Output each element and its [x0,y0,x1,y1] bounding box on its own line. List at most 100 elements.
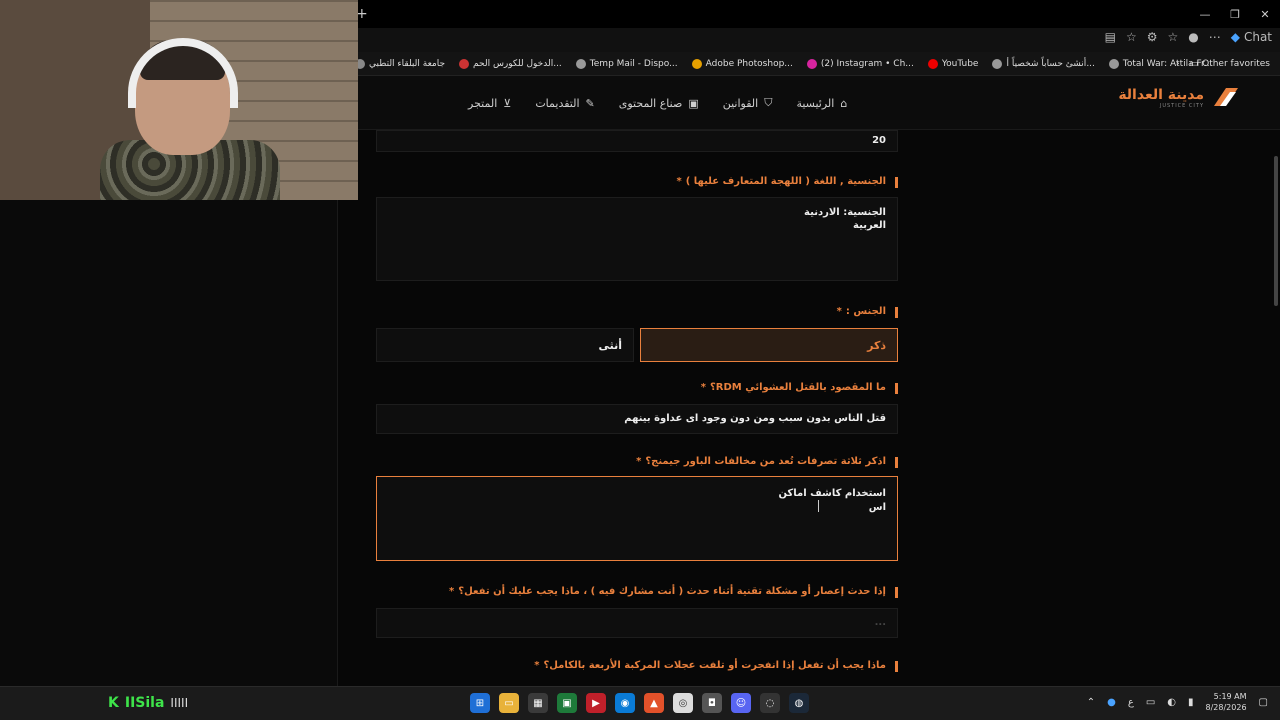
logo-arabic-text: مدينة العدالة [1118,87,1204,103]
clock-date: 8/28/2026 [1205,703,1247,712]
brave-icon[interactable]: ▲ [644,693,664,713]
text-cursor [818,500,824,512]
powergaming-label: اذكر ثلاثة تصرفات تُعد من مخالفات الباور… [376,456,898,468]
notification-icon[interactable]: ▢ [1259,697,1268,708]
camera-icon[interactable]: ◘ [702,693,722,713]
bookmark-favicon-icon [575,59,586,69]
bookmark-label: جامعة البلقاء التطبي [369,59,446,69]
streamer-brand: K IISila IIIII [108,695,188,711]
bookmark-item[interactable]: الدخول للكورس الحم... [459,59,562,69]
file-explorer-icon[interactable]: ▭ [499,693,519,713]
minimize-button[interactable]: — [1190,0,1220,28]
windows-taskbar: K IISila IIIII ⊞ ▭ ▦ ▣ ▶ ◉ ▲ ◎ ◘ ☺ ◌ ◍ ⌃… [0,686,1280,720]
bookmark-favicon-icon [806,59,817,69]
edit-icon: ✎ [585,96,595,110]
battery-icon[interactable]: ▮ [1188,697,1194,708]
gender-male-option[interactable]: ذكر [640,328,898,362]
collections-icon[interactable]: ☆ [1167,30,1178,44]
copilot-chat-button[interactable]: ◆ Chat [1231,30,1272,44]
microphone-icon[interactable]: ● [1107,697,1116,708]
store-icon[interactable]: ▦ [528,693,548,713]
bookmark-label: YouTube [941,59,979,69]
windows-start-icon[interactable]: ⊞ [470,693,490,713]
steam-icon[interactable]: ◍ [789,693,809,713]
site-navbar: مدينة العدالة JUSTICE CITY ⌂ الرئيسية ⛉ الق… [358,76,1280,130]
chrome-icon[interactable]: ◎ [673,693,693,713]
bookmark-label: (2) Instagram • Ch... [820,59,914,69]
gender-label: الجنس :* [376,306,898,318]
required-mark: * [534,660,540,671]
rdm-label: ما المقصود بالقتل العشوائي RDM؟* [376,382,898,394]
shield-icon: ⛉ [764,96,773,109]
extensions-icon[interactable]: ⚙ [1147,30,1158,44]
required-mark: * [676,176,682,187]
copilot-icon: ◆ [1230,30,1240,44]
bookmark-item[interactable]: Adobe Photoshop... [691,59,793,69]
tires-label-text: ماذا يجب أن تفعل إذا انفجرت أو تلفت عجلا… [543,660,886,671]
site-logo[interactable]: مدينة العدالة JUSTICE CITY [1118,86,1240,110]
network-icon[interactable]: ▭ [1146,697,1155,708]
nav-link-video[interactable]: ▣ صناع المحتوى [619,97,699,110]
nationality-textarea[interactable]: الجنسية: الاردنية العربية [376,197,898,281]
more-menu-icon[interactable]: ⋯ [1209,30,1221,44]
rdm-label-text: ما المقصود بالقتل العشوائي RDM؟ [709,382,886,393]
brand-bars: IIIII [170,696,189,710]
discord-icon[interactable]: ☺ [731,693,751,713]
bookmark-favicon-icon [691,59,702,69]
home-icon: ⌂ [840,96,848,110]
chevron-right-icon[interactable]: › [1176,59,1180,69]
nav-link-cart[interactable]: ⊻ المتجر [468,97,511,110]
obs-icon[interactable]: ◌ [760,693,780,713]
favorite-star-icon[interactable]: ☆ [1126,30,1137,44]
page-scrollbar[interactable] [1274,156,1278,306]
maximize-button[interactable]: ❐ [1220,0,1250,28]
crash-label-text: إذا حدث إعصار أو مشكلة تقنية أثناء حدث (… [458,586,886,597]
language-indicator[interactable]: ع [1128,697,1134,708]
required-mark: * [700,382,706,393]
required-mark: * [449,586,455,597]
nationality-line-2: العربية [853,220,886,231]
bookmark-item[interactable]: جامعة البلقاء التطبي [355,59,445,69]
bookmark-item[interactable]: (2) Instagram • Ch... [806,59,914,69]
rdm-answer: قتل الناس بدون سبب ومن دون وجود اى عداوة… [624,413,886,424]
nav-link-label: القوانين [722,96,759,110]
gender-female-option[interactable]: أنثى [376,328,634,362]
excel-icon[interactable]: ▣ [557,693,577,713]
clock[interactable]: 5:19 AM 8/28/2026 [1206,691,1247,713]
powergaming-textarea[interactable]: استخدام كاشف اماكن اس [376,476,898,561]
nav-link-home[interactable]: ⌂ الرئيسية [796,97,847,110]
application-form: 20 الجنسية , اللغة ( اللهجة المتعارف علي… [376,130,898,686]
nav-link-edit[interactable]: ✎ التقديمات [535,97,594,110]
powergaming-label-text: اذكر ثلاثة تصرفات تُعد من مخالفات الباور… [645,456,886,467]
window-controls: — ❐ ✕ [1190,0,1280,28]
close-button[interactable]: ✕ [1250,0,1280,28]
rdm-input[interactable]: قتل الناس بدون سبب ومن دون وجود اى عداوة… [376,404,898,434]
folder-icon: ▭ [1189,59,1199,69]
nationality-line-1: الجنسية: الاردنية [804,207,886,218]
nav-link-label: المتجر [468,96,498,110]
nav-link-shield[interactable]: ⛉ القوانين [723,96,773,110]
kick-logo-icon: K [108,695,119,711]
other-favorites-folder[interactable]: ▭ Other favorites [1190,59,1270,69]
reader-icon[interactable]: ▤ [1105,30,1116,44]
nav-link-label: صناع المحتوى [618,96,683,110]
age-field[interactable]: 20 [376,130,898,152]
chevron-up-icon[interactable]: ⌃ [1087,697,1095,708]
bookmark-label: أنشئ حساباً شخصياً أ... [1006,59,1095,69]
bookmark-label: Temp Mail - Dispo... [589,59,678,69]
edge-icon[interactable]: ◉ [615,693,635,713]
bookmark-item[interactable]: YouTube [927,59,979,69]
mediaplayer-icon[interactable]: ▶ [586,693,606,713]
taskbar-apps: ⊞ ▭ ▦ ▣ ▶ ◉ ▲ ◎ ◘ ☺ ◌ ◍ [470,693,809,713]
nationality-label-text: الجنسية , اللغة ( اللهجة المتعارف عليها … [685,176,886,187]
bookmark-item[interactable]: أنشئ حساباً شخصياً أ... [992,59,1095,69]
chat-label: Chat [1243,30,1272,44]
crash-input[interactable]: ... [376,608,898,638]
cart-icon: ⊻ [503,96,512,110]
bookmark-favicon-icon [1108,59,1119,69]
streamer-name: IISila [124,695,165,711]
volume-icon[interactable]: ◐ [1167,697,1176,708]
bookmark-item[interactable]: Temp Mail - Dispo... [575,59,678,69]
bookmark-label: الدخول للكورس الحم... [473,59,562,69]
profile-avatar[interactable]: ● [1188,30,1198,44]
